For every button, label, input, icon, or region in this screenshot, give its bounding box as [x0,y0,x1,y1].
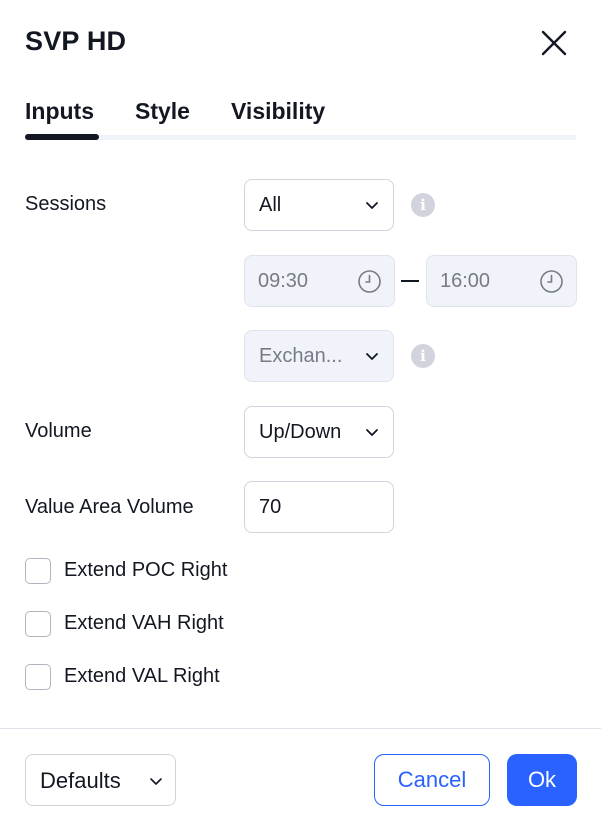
chevron-down-icon [366,353,378,360]
extend-poc-right-checkbox[interactable] [25,558,51,584]
timezone-select[interactable]: Exchan... [244,330,394,382]
timezone-value: Exchan... [259,345,343,367]
volume-select[interactable]: Up/Down [244,406,394,458]
tab-visibility[interactable]: Visibility [231,98,325,125]
clock-icon[interactable] [357,269,382,294]
value-area-volume-input[interactable]: 70 [244,481,394,533]
active-tab-indicator [25,134,99,140]
footer-divider [0,728,601,729]
clock-icon[interactable] [539,269,564,294]
close-icon [541,30,567,56]
indicator-settings-dialog: SVP HD Inputs Style Visibility Sessions … [0,0,601,826]
extend-poc-right-label: Extend POC Right [64,559,228,581]
volume-value: Up/Down [259,421,342,443]
chevron-down-icon [366,429,378,436]
extend-val-right-label: Extend VAL Right [64,665,220,687]
extend-val-right-checkbox[interactable] [25,664,51,690]
tab-style[interactable]: Style [135,98,190,125]
tab-bar: Inputs Style Visibility [25,98,576,144]
sessions-value: All [259,194,282,216]
session-end-field[interactable]: 16:00 [426,255,577,307]
ok-button[interactable]: Ok [507,754,577,806]
session-end-value: 16:00 [440,270,491,292]
session-start-field[interactable]: 09:30 [244,255,395,307]
info-icon[interactable]: i [411,344,435,368]
cancel-button[interactable]: Cancel [374,754,490,806]
value-area-volume-value: 70 [259,496,282,518]
volume-label: Volume [25,420,92,442]
defaults-label: Defaults [40,768,121,793]
chevron-down-icon [150,778,162,785]
extend-vah-right-checkbox[interactable] [25,611,51,637]
info-icon[interactable]: i [411,193,435,217]
dialog-title: SVP HD [25,26,127,56]
defaults-dropdown-button[interactable]: Defaults [25,754,176,806]
sessions-label: Sessions [25,193,107,215]
time-range-separator [401,280,419,282]
tab-track [25,135,576,140]
tab-inputs[interactable]: Inputs [25,98,94,125]
chevron-down-icon [366,202,378,209]
close-button[interactable] [539,28,569,58]
session-start-value: 09:30 [258,270,309,292]
value-area-volume-label: Value Area Volume [25,496,194,518]
sessions-select[interactable]: All [244,179,394,231]
extend-vah-right-label: Extend VAH Right [64,612,224,634]
